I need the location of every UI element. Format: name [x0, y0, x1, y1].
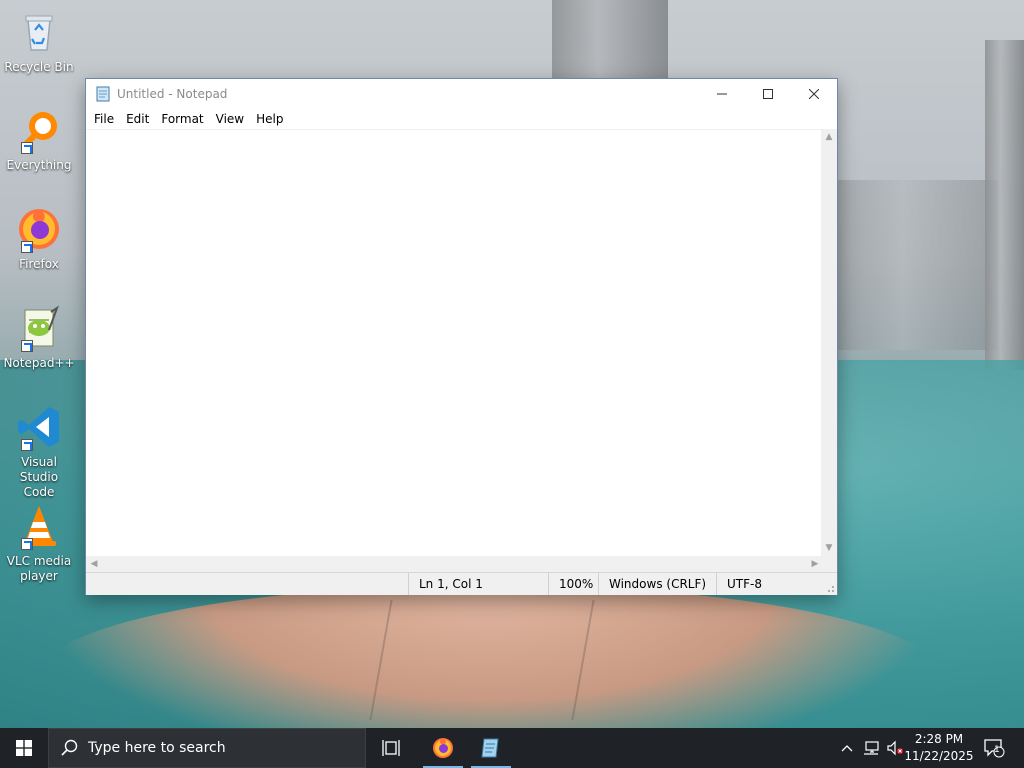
- menu-file[interactable]: File: [88, 109, 120, 129]
- firefox-icon: [15, 205, 63, 253]
- menu-edit[interactable]: Edit: [120, 109, 155, 129]
- status-cursor-position: Ln 1, Col 1: [408, 573, 548, 595]
- scroll-left-icon[interactable]: ◀: [86, 556, 102, 572]
- minimize-icon: [717, 93, 727, 95]
- search-placeholder: Type here to search: [88, 740, 226, 756]
- desktop-icon-firefox[interactable]: Firefox: [4, 205, 74, 272]
- desktop-icon-label: Firefox: [19, 257, 59, 271]
- tray-show-hidden-icons[interactable]: [836, 728, 858, 768]
- text-editor-area[interactable]: [86, 129, 823, 557]
- shortcut-arrow-icon: [21, 241, 33, 253]
- recycle-bin-icon: [15, 8, 63, 56]
- taskbar-task-view[interactable]: [368, 728, 414, 768]
- notepad-plus-plus-icon: [15, 304, 63, 352]
- network-icon: [864, 741, 879, 755]
- tray-network[interactable]: [860, 728, 882, 768]
- taskbar-search-box[interactable]: Type here to search: [48, 728, 366, 768]
- desktop-icon-label: VLC media player: [6, 554, 72, 583]
- menu-help[interactable]: Help: [250, 109, 289, 129]
- minimize-button[interactable]: [699, 79, 745, 109]
- status-encoding: UTF-8: [716, 573, 821, 595]
- scroll-up-icon[interactable]: ▲: [821, 129, 837, 145]
- notepad-icon: [481, 738, 499, 758]
- search-icon: [61, 739, 78, 756]
- shortcut-arrow-icon: [21, 142, 33, 154]
- status-bar: Ln 1, Col 1 100% Windows (CRLF) UTF-8: [86, 572, 837, 595]
- taskbar-firefox[interactable]: [420, 728, 466, 768]
- menu-format[interactable]: Format: [155, 109, 209, 129]
- taskbar-notepad[interactable]: [468, 728, 514, 768]
- action-center-button[interactable]: 1: [976, 728, 1012, 768]
- desktop-icon-vscode[interactable]: Visual Studio Code: [4, 403, 74, 500]
- shortcut-arrow-icon: [21, 439, 33, 451]
- notification-count: 1: [994, 745, 1000, 755]
- clock-date: 11/22/2025: [904, 749, 974, 763]
- menu-bar: File Edit Format View Help: [86, 109, 837, 129]
- taskbar-clock[interactable]: 2:28 PM 11/22/2025: [904, 731, 974, 765]
- vertical-scrollbar[interactable]: ▲ ▼: [821, 129, 837, 556]
- scroll-corner: [821, 556, 837, 572]
- desktop-icon-vlc[interactable]: VLC media player: [4, 502, 74, 584]
- resize-grip-icon[interactable]: [825, 583, 835, 593]
- menu-view[interactable]: View: [210, 109, 250, 129]
- notepad-window[interactable]: Untitled - Notepad File Edit Format View…: [85, 78, 838, 595]
- status-zoom: 100%: [548, 573, 598, 595]
- desktop-icon-everything[interactable]: Everything: [4, 106, 74, 173]
- chevron-up-icon: [841, 745, 853, 752]
- maximize-button[interactable]: [745, 79, 791, 109]
- vscode-icon: [15, 403, 63, 451]
- everything-search-icon: [15, 106, 63, 154]
- scroll-down-icon[interactable]: ▼: [821, 540, 837, 556]
- desktop-icon-label: Notepad++: [3, 356, 75, 370]
- vlc-icon: [15, 502, 63, 550]
- horizontal-scrollbar[interactable]: ◀ ▶: [86, 556, 823, 572]
- firefox-icon: [433, 738, 453, 758]
- desktop-icon-label: Recycle Bin: [4, 60, 74, 74]
- maximize-icon: [763, 89, 773, 99]
- notepad-icon: [95, 86, 111, 102]
- window-controls: [699, 79, 837, 109]
- desktop-icon-label: Everything: [6, 158, 72, 172]
- taskbar: Type here to search 2:28 PM 11/22/2025 1: [0, 728, 1024, 768]
- status-line-ending: Windows (CRLF): [598, 573, 716, 595]
- desktop-icon-label: Visual Studio Code: [19, 455, 59, 499]
- clock-time: 2:28 PM: [914, 732, 964, 746]
- shortcut-arrow-icon: [21, 340, 33, 352]
- volume-muted-icon: [887, 740, 903, 756]
- title-bar[interactable]: Untitled - Notepad: [86, 79, 837, 109]
- close-button[interactable]: [791, 79, 837, 109]
- desktop-icon-recycle-bin[interactable]: Recycle Bin: [4, 8, 74, 75]
- tray-volume[interactable]: [884, 728, 906, 768]
- task-view-icon: [382, 740, 400, 756]
- windows-logo-icon: [16, 740, 32, 756]
- desktop-icon-notepad-plus-plus[interactable]: Notepad++: [3, 304, 75, 371]
- shortcut-arrow-icon: [21, 538, 33, 550]
- window-title: Untitled - Notepad: [117, 87, 228, 101]
- start-button[interactable]: [0, 728, 48, 768]
- close-icon: [809, 89, 819, 99]
